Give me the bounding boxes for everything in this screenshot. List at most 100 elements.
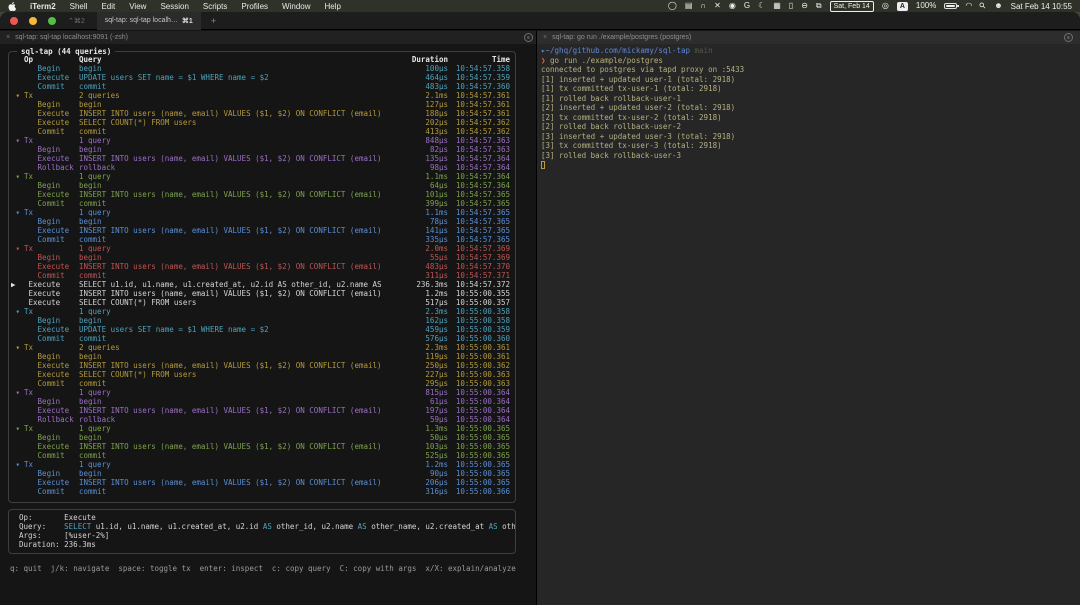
user-switch-icon[interactable]: ☻	[994, 1, 1002, 11]
record-icon[interactable]: ◎	[882, 1, 889, 11]
apple-menu-icon[interactable]	[8, 1, 17, 11]
query-row[interactable]: Beginbegin64µs10:54:57.364	[11, 181, 510, 190]
query-row[interactable]: ExecuteINSERT INTO users (name, email) V…	[11, 478, 510, 487]
magnet-icon[interactable]: ∩	[700, 1, 706, 11]
query-row[interactable]: ▾Tx1 query1.3ms10:55:00.365	[11, 424, 510, 433]
clipboard-icon[interactable]: ▯	[789, 1, 793, 11]
query-row[interactable]: Beginbegin82µs10:54:57.363	[11, 145, 510, 154]
moon-icon[interactable]: ☾	[758, 1, 765, 11]
query-row[interactable]: ExecuteINSERT INTO users (name, email) V…	[11, 190, 510, 199]
menu-item-profiles[interactable]: Profiles	[234, 2, 275, 11]
circle-icon[interactable]: ◯	[668, 1, 677, 11]
query-row[interactable]: ▾Tx1 query1.2ms10:55:00.365	[11, 460, 510, 469]
query-row[interactable]: ▾Tx1 query848µs10:54:57.363	[11, 136, 510, 145]
query-row[interactable]: Beginbegin119µs10:55:00.361	[11, 352, 510, 361]
query-row[interactable]: Commitcommit295µs10:55:00.363	[11, 379, 510, 388]
zoom-window-button[interactable]	[48, 17, 56, 25]
menu-item-help[interactable]: Help	[318, 2, 348, 11]
query-row[interactable]: ExecuteINSERT INTO users (name, email) V…	[11, 406, 510, 415]
new-tab-button[interactable]: +	[211, 16, 216, 26]
query-row[interactable]: ExecuteINSERT INTO users (name, email) V…	[11, 154, 510, 163]
cell-time: 10:55:00.362	[448, 361, 510, 370]
cell-op: Begin	[24, 181, 79, 190]
grid-icon[interactable]: ▦	[773, 1, 781, 11]
tab-sql-tap[interactable]: sql-tap: sql-tap localh… ⌘1	[97, 12, 201, 30]
query-row-selected[interactable]: ▶ ExecuteSELECT u1.id, u1.name, u1.creat…	[11, 280, 510, 289]
query-row[interactable]: Beginbegin61µs10:55:00.364	[11, 397, 510, 406]
query-row[interactable]: ExecuteUPDATE users SET name = $1 WHERE …	[11, 325, 510, 334]
menu-item-scripts[interactable]: Scripts	[196, 2, 234, 11]
query-row[interactable]: Commitcommit413µs10:54:57.362	[11, 127, 510, 136]
menu-item-session[interactable]: Session	[153, 2, 195, 11]
link-icon[interactable]: ⧉	[816, 1, 822, 11]
g-icon[interactable]: G	[744, 1, 750, 11]
menu-item-iterm2[interactable]: iTerm2	[23, 2, 63, 11]
query-row[interactable]: Beginbegin55µs10:54:57.369	[11, 253, 510, 262]
session-menu-icon[interactable]: ≡	[1064, 33, 1073, 42]
x-icon[interactable]: ✕	[714, 1, 721, 11]
cell-time: 10:55:00.363	[448, 370, 510, 379]
query-row[interactable]: Commitcommit316µs10:55:00.366	[11, 487, 510, 496]
query-row[interactable]: Beginbegin100µs10:54:57.358	[11, 64, 510, 73]
query-row[interactable]: ▾Tx1 query2.3ms10:55:00.358	[11, 307, 510, 316]
search-icon[interactable]: ⚲	[978, 0, 989, 11]
right-terminal-pane[interactable]: × sql-tap: go run ./example/postgres (po…	[537, 31, 1080, 605]
query-row[interactable]: ▾Tx2 queries2.3ms10:55:00.361	[11, 343, 510, 352]
date-badge[interactable]: Sat, Feb 14	[830, 1, 874, 12]
cell-dur: 576µs	[386, 334, 448, 343]
text-segment: [3] tx committed tx-user-3 (total: 2918)	[541, 141, 722, 150]
query-row[interactable]: Beginbegin90µs10:55:00.365	[11, 469, 510, 478]
input-source-badge[interactable]: A	[897, 2, 908, 11]
query-row[interactable]: ExecuteINSERT INTO users (name, email) V…	[11, 361, 510, 370]
query-row[interactable]: ▾Tx2 queries2.1ms10:54:57.361	[11, 91, 510, 100]
cell-query: INSERT INTO users (name, email) VALUES (…	[79, 361, 386, 370]
query-row[interactable]: ▾Tx1 query1.1ms10:54:57.364	[11, 172, 510, 181]
cell-dur: 202µs	[386, 118, 448, 127]
query-row[interactable]: ExecuteSELECT COUNT(*) FROM users227µs10…	[11, 370, 510, 379]
query-row[interactable]: Beginbegin162µs10:55:00.358	[11, 316, 510, 325]
query-row[interactable]: ExecuteINSERT INTO users (name, email) V…	[11, 289, 510, 298]
query-row[interactable]: ExecuteINSERT INTO users (name, email) V…	[11, 226, 510, 235]
query-row[interactable]: ▾Tx1 query1.1ms10:54:57.365	[11, 208, 510, 217]
wifi-icon[interactable]: ◠	[965, 1, 972, 11]
query-row[interactable]: Commitcommit335µs10:54:57.365	[11, 235, 510, 244]
query-row[interactable]: Beginbegin50µs10:55:00.365	[11, 433, 510, 442]
text-segment: SELECT	[64, 522, 91, 531]
query-row[interactable]: ▾Tx1 query815µs10:55:00.364	[11, 388, 510, 397]
query-row[interactable]: Commitcommit311µs10:54:57.371	[11, 271, 510, 280]
menu-item-view[interactable]: View	[122, 2, 153, 11]
menu-clock[interactable]: Sat Feb 14 10:55	[1011, 2, 1072, 11]
query-row[interactable]: Beginbegin127µs10:54:57.361	[11, 100, 510, 109]
cell-op: Begin	[24, 433, 79, 442]
query-row[interactable]: ExecuteINSERT INTO users (name, email) V…	[11, 262, 510, 271]
query-row[interactable]: Rollbackrollback59µs10:55:00.364	[11, 415, 510, 424]
query-row[interactable]: Beginbegin78µs10:54:57.365	[11, 217, 510, 226]
menu-item-shell[interactable]: Shell	[63, 2, 95, 11]
cell-time: 10:54:57.369	[448, 244, 510, 253]
cell-time: 10:55:00.366	[448, 487, 510, 496]
menu-item-edit[interactable]: Edit	[94, 2, 122, 11]
close-window-button[interactable]	[10, 17, 18, 25]
minimize-window-button[interactable]	[29, 17, 37, 25]
query-row[interactable]: ExecuteUPDATE users SET name = $1 WHERE …	[11, 73, 510, 82]
query-row[interactable]: Commitcommit399µs10:54:57.365	[11, 199, 510, 208]
close-pane-icon[interactable]: ×	[6, 34, 10, 41]
query-row[interactable]: ExecuteSELECT COUNT(*) FROM users202µs10…	[11, 118, 510, 127]
query-row[interactable]: Rollbackrollback98µs10:54:57.364	[11, 163, 510, 172]
session-menu-icon[interactable]: ≡	[524, 33, 533, 42]
query-row[interactable]: ExecuteSELECT COUNT(*) FROM users517µs10…	[11, 298, 510, 307]
query-row[interactable]: ExecuteINSERT INTO users (name, email) V…	[11, 442, 510, 451]
camera-icon[interactable]: ◉	[729, 1, 736, 11]
query-row[interactable]: Commitcommit576µs10:55:00.360	[11, 334, 510, 343]
query-row[interactable]: ▾Tx1 query2.0ms10:54:57.369	[11, 244, 510, 253]
menu-item-window[interactable]: Window	[275, 2, 317, 11]
query-row[interactable]: Commitcommit483µs10:54:57.360	[11, 82, 510, 91]
query-row[interactable]: Commitcommit525µs10:55:00.365	[11, 451, 510, 460]
close-pane-icon[interactable]: ×	[543, 34, 547, 41]
cell-marker	[11, 415, 24, 424]
query-row[interactable]: ExecuteINSERT INTO users (name, email) V…	[11, 109, 510, 118]
dnd-icon[interactable]: ⊖	[801, 1, 808, 11]
window-icon[interactable]: ▤	[685, 1, 693, 11]
left-terminal-pane[interactable]: × sql-tap: sql-tap localhost:9091 (-zsh)…	[0, 31, 537, 605]
battery-icon[interactable]	[944, 3, 957, 9]
